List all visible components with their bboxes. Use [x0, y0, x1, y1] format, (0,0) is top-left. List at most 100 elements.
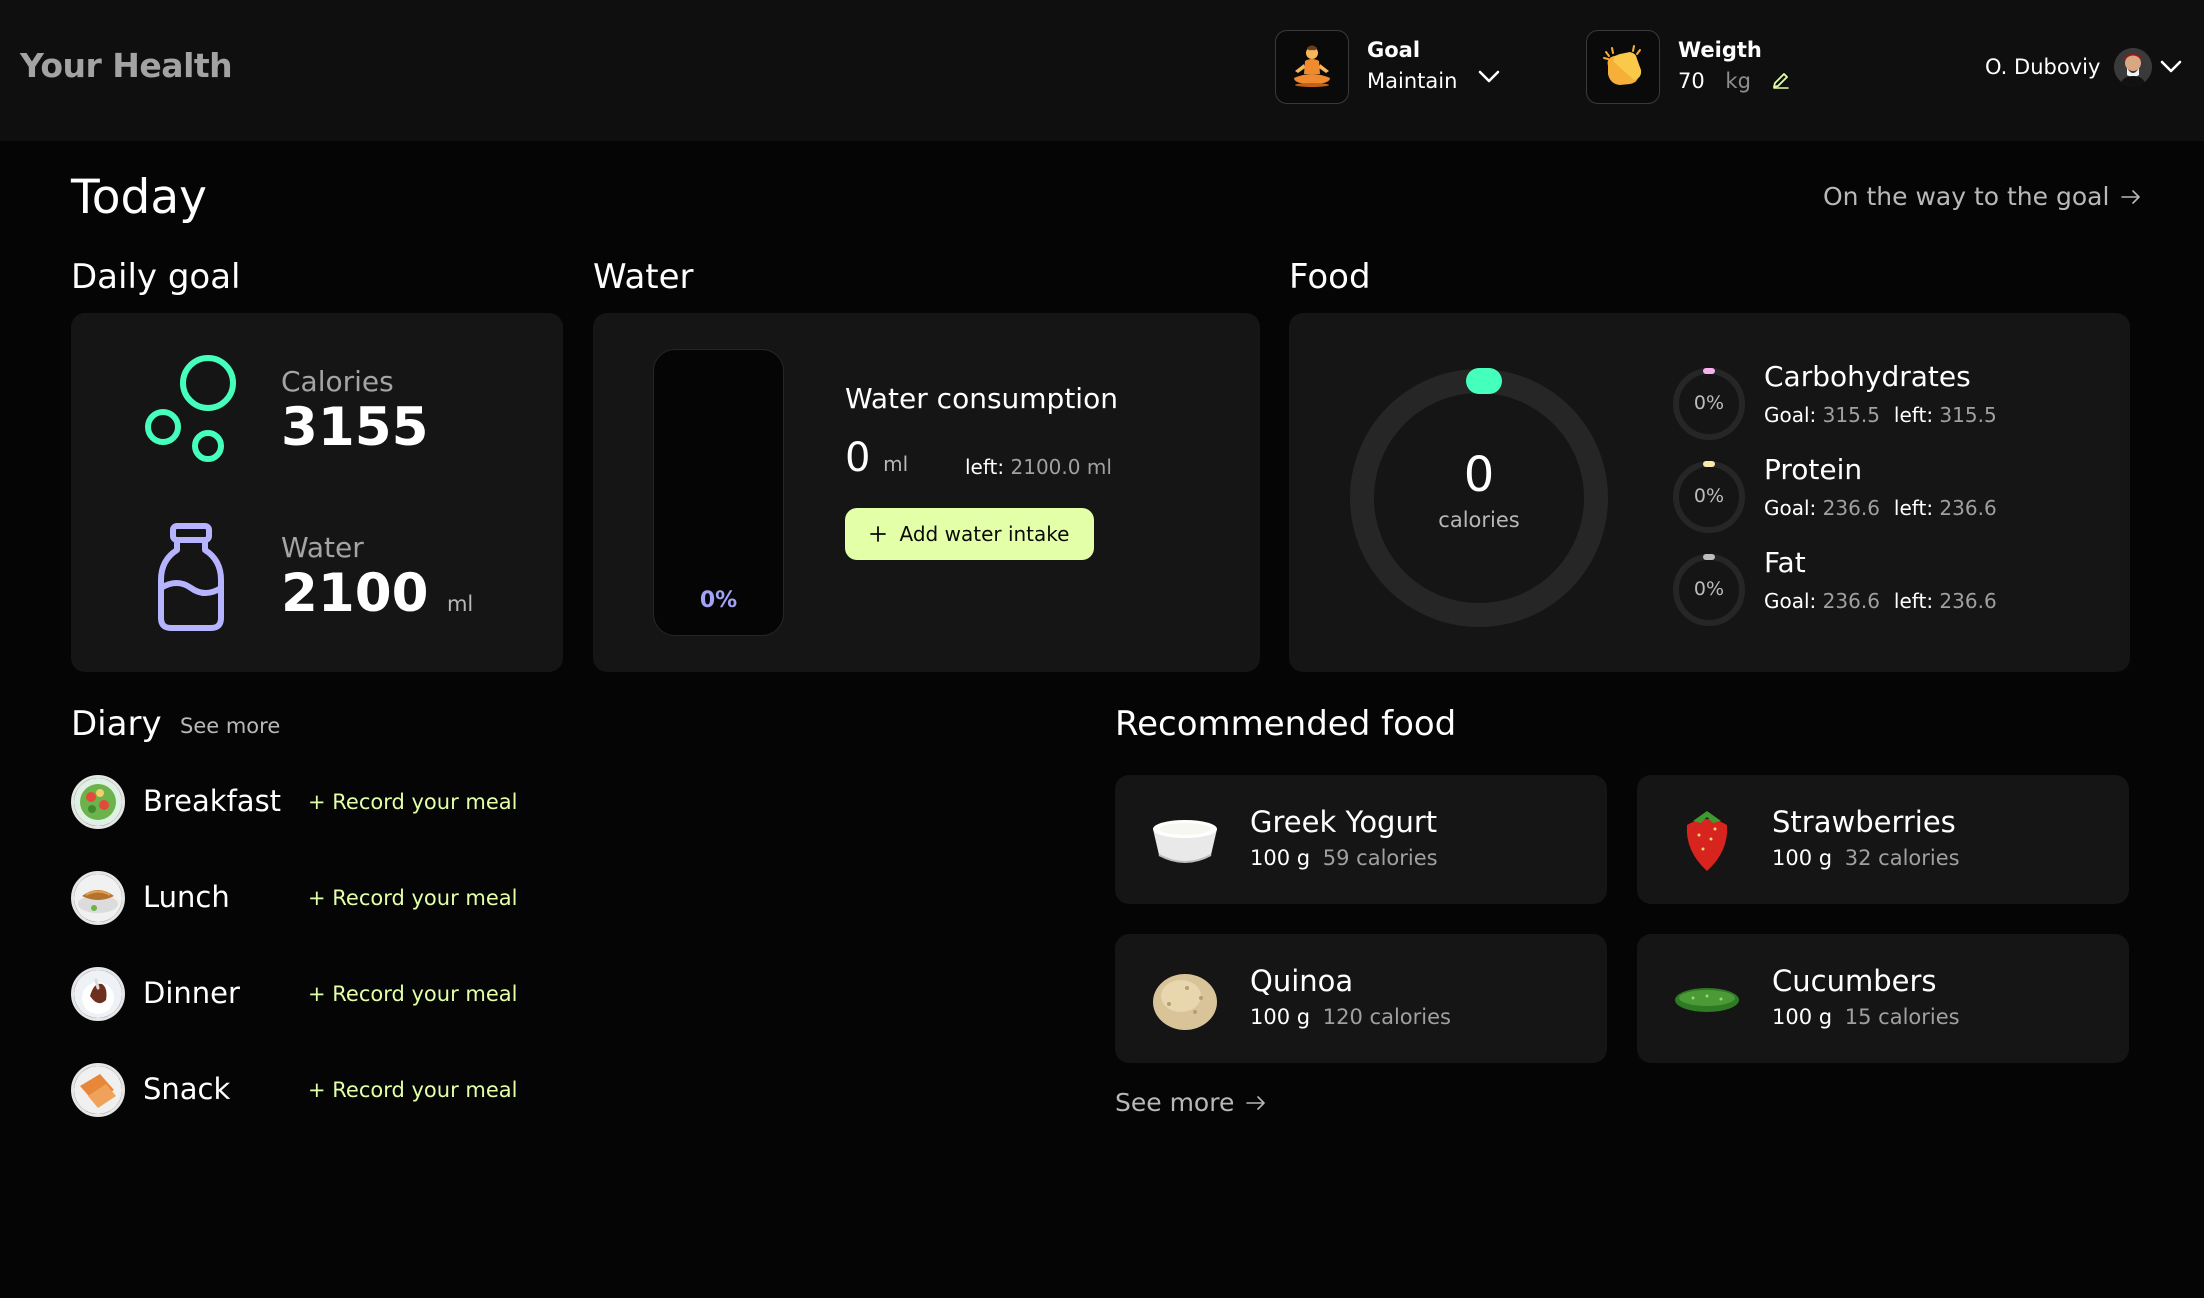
cucumber-image	[1675, 988, 1739, 1012]
macro-goal-left: Goal: 315.5 left: 315.5	[1764, 403, 1997, 427]
clapping-hands-emoji-icon	[1603, 45, 1642, 85]
recommended-see-more-label: See more	[1115, 1088, 1235, 1117]
macro-name: Carbohydrates	[1764, 360, 1971, 393]
calories-value: 3155	[281, 397, 429, 458]
water-consumption-heading: Water consumption	[845, 382, 1118, 415]
macro-goal-left: Goal: 236.6 left: 236.6	[1764, 496, 1997, 520]
add-water-intake-label: Add water intake	[899, 522, 1070, 546]
food-details: 100 g 15 calories	[1772, 1005, 1960, 1029]
water-percent: 0%	[699, 588, 738, 613]
macro-left-value: 315.5	[1939, 403, 1997, 427]
user-avatar[interactable]	[2114, 48, 2152, 86]
calories-label: Calories	[281, 365, 394, 398]
edit-pencil-icon[interactable]	[1771, 70, 1791, 90]
dinner-image	[71, 967, 125, 1021]
chevron-down-icon[interactable]	[1478, 70, 1500, 84]
water-consumed-unit: ml	[883, 452, 909, 476]
meal-name-breakfast: Breakfast	[143, 784, 282, 818]
weight-unit: kg	[1725, 69, 1751, 93]
macro-goal-left: Goal: 236.6 left: 236.6	[1764, 589, 1997, 613]
dinner-plate-icon	[74, 970, 122, 1018]
user-avatar-image	[2114, 48, 2152, 86]
weight-value: 70 kg	[1678, 69, 1751, 93]
macro-goal-value: 315.5	[1822, 403, 1880, 427]
strawberry-image	[1686, 811, 1728, 871]
lunch-plate-icon	[74, 874, 122, 922]
arrow-right-icon	[2121, 189, 2141, 204]
water-left: left: 2100.0 ml	[965, 455, 1112, 479]
weight-number: 70	[1678, 69, 1705, 93]
recommended-food-card[interactable]: Quinoa 100 g 120 calories	[1115, 934, 1607, 1063]
food-name: Greek Yogurt	[1250, 805, 1438, 839]
macro-goal-label: Goal:	[1764, 403, 1817, 427]
weight-label: Weigth	[1678, 38, 1762, 62]
daily-goal-card: Calories 3155 Water 2100 ml	[71, 313, 563, 672]
arrow-right-icon	[1246, 1095, 1266, 1110]
record-meal-snack-link[interactable]: + Record your meal	[308, 1078, 517, 1102]
macro-name: Protein	[1764, 453, 1863, 486]
macro-left-value: 236.6	[1939, 589, 1997, 613]
record-meal-lunch-link[interactable]: + Record your meal	[308, 886, 517, 910]
macro-goal-label: Goal:	[1764, 496, 1817, 520]
water-consumed-value: 0	[845, 435, 871, 481]
greek-yogurt-image	[1153, 820, 1217, 863]
food-amount: 100 g	[1250, 846, 1311, 870]
breakfast-image	[71, 775, 125, 829]
goal-value[interactable]: Maintain	[1367, 69, 1457, 93]
calories-eaten-label: calories	[1438, 508, 1520, 532]
food-amount: 100 g	[1772, 846, 1833, 870]
goal-progress-link-label: On the way to the goal	[1823, 182, 2110, 211]
macro-percent: 0%	[1693, 392, 1725, 414]
weight-icon-box	[1586, 30, 1660, 104]
macro-percent: 0%	[1693, 578, 1725, 600]
record-meal-dinner-link[interactable]: + Record your meal	[308, 982, 517, 1006]
food-calories: 32 calories	[1844, 846, 1960, 870]
brand-logo[interactable]: Your Health	[20, 46, 233, 85]
calories-progress-marker	[1466, 368, 1502, 394]
top-header: Your Health Goal Maintain Weigth 70 kg O…	[0, 0, 2204, 141]
food-amount: 100 g	[1250, 1005, 1311, 1029]
water-left-value: 2100.0 ml	[1010, 455, 1112, 479]
recommended-food-title: Recommended food	[1115, 704, 1457, 744]
recommended-food-card[interactable]: Strawberries 100 g 32 calories	[1637, 775, 2129, 904]
daily-goal-title: Daily goal	[71, 257, 241, 297]
meal-name-snack: Snack	[143, 1072, 231, 1106]
water-goal-value: 2100 ml	[281, 563, 473, 624]
water-section-title: Water	[593, 257, 694, 297]
user-name[interactable]: O. Duboviy	[1985, 55, 2100, 79]
macro-left-label: left:	[1893, 403, 1934, 427]
water-label: Water	[281, 531, 364, 564]
record-meal-breakfast-link[interactable]: + Record your meal	[308, 790, 517, 814]
recommended-food-card[interactable]: Cucumbers 100 g 15 calories	[1637, 934, 2129, 1063]
quinoa-image	[1153, 974, 1217, 1030]
recommended-food-card[interactable]: Greek Yogurt 100 g 59 calories	[1115, 775, 1607, 904]
bubbles-icon	[145, 355, 236, 462]
water-left-label: left:	[965, 455, 1005, 479]
plus-icon	[869, 526, 886, 542]
macro-percent: 0%	[1693, 485, 1725, 507]
food-calories: 59 calories	[1322, 846, 1438, 870]
chevron-down-icon[interactable]	[2160, 60, 2182, 74]
page-title: Today	[71, 170, 207, 225]
food-name: Quinoa	[1250, 964, 1354, 998]
meditation-emoji-icon	[1294, 45, 1330, 87]
food-details: 100 g 32 calories	[1772, 846, 1960, 870]
water-level-glass: 0%	[653, 349, 784, 636]
meal-name-dinner: Dinner	[143, 976, 240, 1010]
lunch-image	[71, 871, 125, 925]
goal-progress-link[interactable]: On the way to the goal	[1823, 182, 2141, 211]
diary-see-more-link[interactable]: See more	[180, 714, 280, 738]
diary-title: Diary	[71, 704, 162, 744]
food-details: 100 g 59 calories	[1250, 846, 1438, 870]
food-calories: 120 calories	[1322, 1005, 1451, 1029]
food-amount: 100 g	[1772, 1005, 1833, 1029]
food-name: Cucumbers	[1772, 964, 1937, 998]
recommended-see-more-link[interactable]: See more	[1115, 1088, 1266, 1117]
macro-goal-value: 236.6	[1822, 496, 1880, 520]
snack-image	[71, 1063, 125, 1117]
water-bottle-icon	[158, 523, 224, 631]
salad-bowl-icon	[74, 778, 122, 826]
macro-left-label: left:	[1893, 496, 1934, 520]
add-water-intake-button[interactable]: Add water intake	[845, 508, 1094, 560]
goal-icon-box[interactable]	[1275, 30, 1349, 104]
